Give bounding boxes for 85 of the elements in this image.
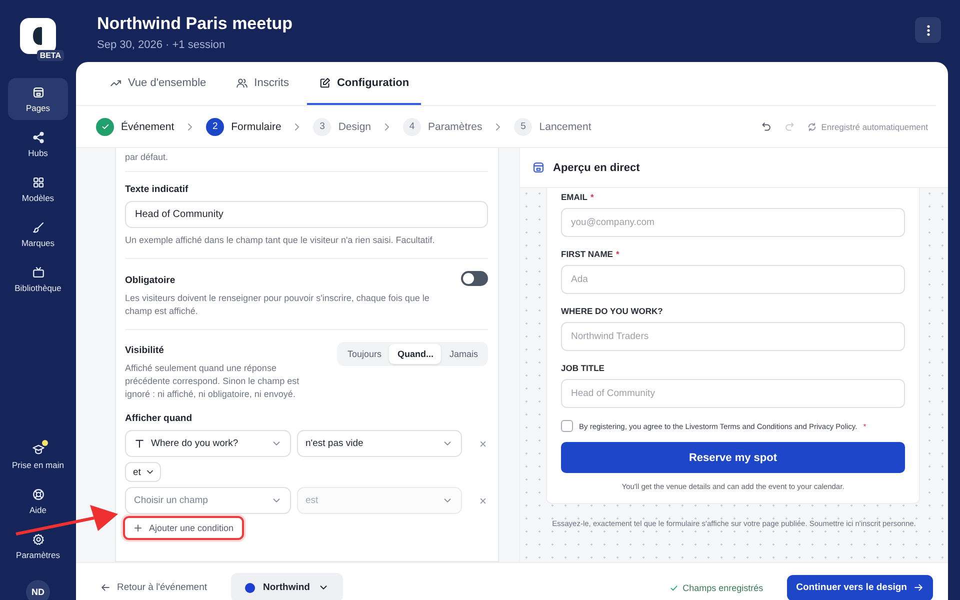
stepper-step[interactable]: 3 Design <box>313 118 371 136</box>
tab[interactable]: Configuration <box>306 62 422 105</box>
logic-operator-dropdown[interactable]: et <box>125 462 161 482</box>
text-type-icon <box>134 438 145 449</box>
step-number-badge: 3 <box>313 118 332 136</box>
users-icon <box>236 76 248 88</box>
grid-icon <box>32 176 44 189</box>
step-number-badge: 2 <box>206 118 224 136</box>
more-icon <box>926 24 930 36</box>
required-mark: * <box>616 249 620 259</box>
sidebar-item[interactable]: Bibliothèque <box>8 258 68 300</box>
required-mark: * <box>590 192 594 202</box>
step-number-badge: 4 <box>403 118 421 136</box>
visibility-option[interactable]: Quand... <box>389 344 442 364</box>
stepper-step[interactable]: 4 Paramètres <box>403 118 482 136</box>
form-field-label: JOB TITLE <box>561 363 604 373</box>
operator-dropdown[interactable]: n'est pas vide <box>296 430 462 457</box>
sidebar-item[interactable]: Prise en main <box>8 435 68 477</box>
arrow-right-icon <box>913 582 924 593</box>
autosave-status: Enregistré automatiquement <box>821 122 928 132</box>
tab[interactable]: Vue d'ensemble <box>98 62 218 105</box>
field-dropdown[interactable]: Choisir un champ <box>125 487 290 514</box>
form-input[interactable]: Northwind Traders <box>561 322 905 351</box>
refresh-icon <box>807 122 818 132</box>
check-icon <box>668 582 679 592</box>
user-avatar[interactable]: ND <box>26 580 50 600</box>
form-field-label: WHERE DO YOU WORK? <box>561 306 663 316</box>
arrow-left-icon <box>100 582 111 593</box>
help-text: par défaut. <box>125 151 170 164</box>
sidebar-item[interactable]: Pages <box>8 78 68 120</box>
help-text: Un exemple affiché dans le champ tant que le visiteur n'a rien saisi. Facultatif. <box>125 234 436 247</box>
app-logo <box>20 18 56 54</box>
brand-dropdown[interactable]: Northwind <box>231 573 343 600</box>
sidebar-item[interactable]: Modèles <box>8 168 68 210</box>
back-link[interactable]: Retour à l'événement <box>100 582 208 593</box>
sidebar-item[interactable]: Marques <box>8 213 68 255</box>
help-text: Les visiteurs doivent le renseigner pour pouvoir s'inscrire, chaque fois que le champ est affiché. <box>125 292 430 318</box>
form-input[interactable]: Ada <box>561 265 905 294</box>
stepper-step[interactable]: Événement <box>96 118 174 136</box>
beta-badge: BETA <box>36 50 64 61</box>
graduation-cap-icon <box>32 443 44 456</box>
saved-status: Champs enregistrés <box>682 582 764 592</box>
field-label: Visibilité <box>125 345 165 356</box>
form-input[interactable]: Head of Community <box>561 379 905 408</box>
step-number-badge: 5 <box>514 118 532 136</box>
brush-icon <box>32 221 44 234</box>
close-icon <box>478 496 488 506</box>
settings-icon <box>32 533 44 546</box>
tv-icon <box>32 266 44 279</box>
edit-icon <box>318 76 331 88</box>
close-icon <box>478 438 488 448</box>
event-date: Sep 30, 2026 · +1 session <box>97 39 226 51</box>
field-dropdown[interactable]: Where do you work? <box>125 430 290 457</box>
field-label: Obligatoire <box>125 275 176 286</box>
add-condition-button[interactable]: Ajouter une condition <box>123 516 244 540</box>
sidebar-item[interactable]: Paramètres <box>8 525 68 567</box>
consent-checkbox[interactable] <box>561 420 573 432</box>
stepper-step[interactable]: 2 Formulaire <box>206 118 282 136</box>
reserve-button[interactable]: Reserve my spot <box>561 442 905 473</box>
page-icon <box>532 161 545 174</box>
field-label: Texte indicatif <box>125 184 190 195</box>
form-input[interactable]: you@company.com <box>561 208 905 237</box>
undo-button[interactable] <box>761 121 772 132</box>
continue-button[interactable]: Continuer vers le design <box>787 574 933 600</box>
sidebar-item[interactable]: Aide <box>8 480 68 522</box>
preview-title: Aperçu en direct <box>553 162 640 174</box>
tab[interactable]: Inscrits <box>224 62 301 105</box>
sidebar-item[interactable]: Hubs <box>8 123 68 165</box>
page-icon <box>32 86 44 99</box>
event-title: Northwind Paris meetup <box>97 14 293 34</box>
redo-icon <box>784 121 796 132</box>
more-menu-button[interactable] <box>915 17 941 43</box>
field-label: Afficher quand <box>125 413 194 424</box>
visibility-option[interactable]: Toujours <box>339 344 390 364</box>
help-text: Affiché seulement quand une réponse précédente correspond. Sinon le champ est ignoré : ni affiché, ni obligatoire, ni envoyé. <box>125 362 300 401</box>
lifebuoy-icon <box>32 488 44 501</box>
share-icon <box>32 131 44 144</box>
form-field-label: EMAIL <box>561 192 588 202</box>
stepper-step[interactable]: 5 Lancement <box>514 118 592 136</box>
required-toggle[interactable] <box>461 271 488 286</box>
visibility-option[interactable]: Jamais <box>441 344 486 364</box>
undo-icon <box>761 121 772 132</box>
placeholder-input[interactable]: Head of Community <box>125 201 488 228</box>
plus-icon <box>133 523 143 533</box>
form-field-label: FIRST NAME <box>561 249 613 259</box>
